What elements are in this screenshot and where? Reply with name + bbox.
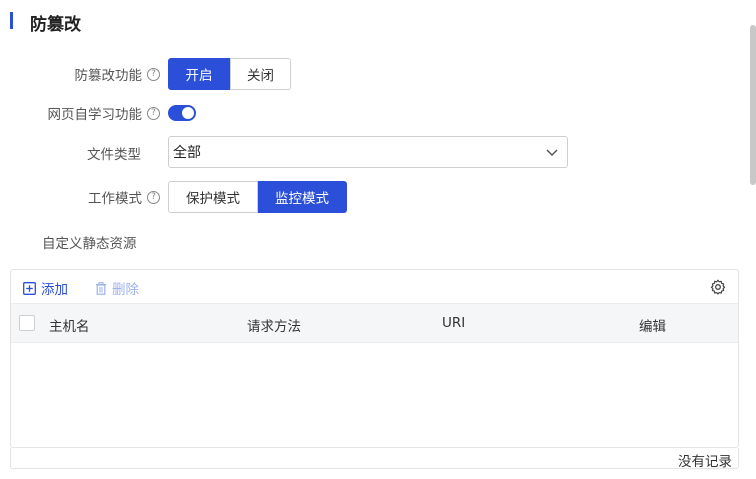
- filetype-select[interactable]: 全部: [168, 136, 568, 168]
- tamper-off-button[interactable]: 关闭: [230, 58, 291, 90]
- switch-knob: [182, 107, 194, 119]
- title-accent-bar: [10, 12, 13, 29]
- page-title: 防篡改: [30, 15, 81, 35]
- add-button-label: 添加: [41, 282, 68, 298]
- column-header-method[interactable]: 请求方法: [247, 315, 301, 335]
- tamper-toggle-group: 开启 关闭: [168, 58, 291, 90]
- filetype-label: 文件类型: [40, 143, 141, 163]
- filetype-selected-value: 全部: [173, 145, 201, 161]
- help-icon[interactable]: ?: [147, 190, 160, 204]
- add-button[interactable]: 添加: [23, 278, 68, 298]
- workmode-toggle-group: 保护模式 监控模式: [168, 181, 347, 213]
- trash-icon: [96, 281, 106, 295]
- delete-button-label: 删除: [112, 282, 139, 298]
- selflearn-label: 网页自学习功能 ?: [20, 103, 160, 123]
- delete-button[interactable]: 删除: [95, 278, 139, 298]
- tamper-on-button[interactable]: 开启: [168, 58, 230, 90]
- static-resource-grid: 添加 删除 主机名 请求方法 URI 编辑: [10, 269, 739, 448]
- chevron-down-icon: [546, 149, 558, 157]
- help-icon[interactable]: ?: [147, 106, 160, 120]
- empty-records-text: 没有记录: [678, 454, 732, 470]
- select-all-checkbox[interactable]: [19, 315, 35, 331]
- static-resource-label: 自定义静态资源: [42, 236, 137, 252]
- tamper-function-label: 防篡改功能 ?: [40, 64, 160, 84]
- grid-toolbar: 添加 删除: [11, 270, 738, 304]
- protect-mode-button[interactable]: 保护模式: [168, 181, 258, 213]
- tamper-function-label-text: 防篡改功能: [74, 68, 143, 84]
- add-icon: [23, 281, 36, 295]
- column-header-uri[interactable]: URI: [442, 315, 465, 331]
- table-header: 主机名 请求方法 URI 编辑: [11, 303, 738, 343]
- grid-footer: 没有记录: [10, 448, 739, 470]
- scrollbar[interactable]: [750, 25, 756, 185]
- workmode-label: 工作模式 ?: [40, 187, 160, 207]
- workmode-label-text: 工作模式: [88, 191, 142, 207]
- column-header-hostname[interactable]: 主机名: [49, 315, 90, 335]
- gear-icon[interactable]: [710, 279, 726, 295]
- filetype-label-text: 文件类型: [87, 147, 141, 163]
- monitor-mode-button[interactable]: 监控模式: [258, 181, 347, 213]
- help-icon[interactable]: ?: [147, 67, 160, 81]
- selflearn-label-text: 网页自学习功能: [47, 107, 143, 123]
- column-header-edit[interactable]: 编辑: [639, 315, 666, 335]
- selflearn-switch[interactable]: [168, 105, 196, 121]
